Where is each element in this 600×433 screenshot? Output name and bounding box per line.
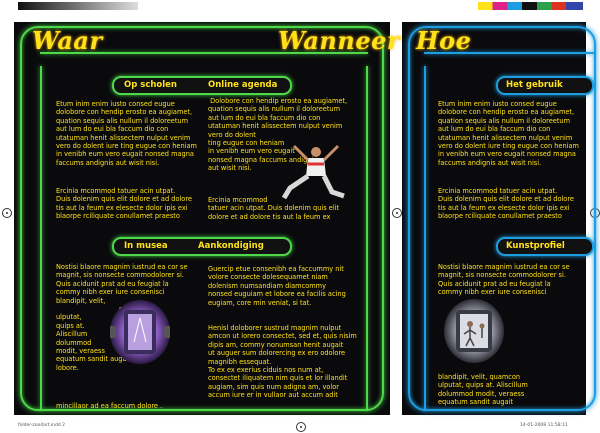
pill-label-op-scholen: Op scholen <box>124 80 177 90</box>
footer-timestamp: 14-01-2008 11:58:11 <box>520 423 568 428</box>
pill-label-online-agenda: Online agenda <box>208 80 278 90</box>
pill-in-musea-aankondiging: In musea Aankondiging <box>112 237 292 256</box>
pill-label-in-musea: In musea <box>124 241 168 251</box>
pill-op-scholen-online-agenda: Op scholen Online agenda <box>112 76 292 95</box>
pill-kunstprofiel: Kunstprofiel <box>496 237 594 256</box>
heading-wanneer: Wanneer <box>278 26 400 55</box>
heading-waar: Waar <box>32 26 103 55</box>
footer-file-info: folder-zoo4art.indd 2 <box>18 423 66 428</box>
grayscale-bar <box>18 2 138 10</box>
jumping-person-image <box>281 144 345 200</box>
pill-label-het-gebruik: Het gebruik <box>506 80 563 90</box>
registration-mark-left <box>2 208 12 218</box>
heading-hoe: Hoe <box>416 26 472 55</box>
col1-paragraph-1: Etum inim enim iusto consed eugue dolobo… <box>56 100 197 167</box>
divider-right <box>366 66 368 411</box>
museum-pod-image <box>110 300 170 364</box>
pill-label-aankondiging: Aankondiging <box>198 241 264 251</box>
col3-paragraph-2: Ercinia mcommod tatuer acin utpat. Duis … <box>438 187 574 221</box>
col1-block-2: mincillaor ad ea faccum dolore . <box>56 402 163 410</box>
right-divider <box>424 66 426 411</box>
col2-block-2: Henisl doloborer sustrud magnim nulput a… <box>208 324 357 400</box>
col1-paragraph-2: Ercinia mcommod tatuer acin utpat. Duis … <box>56 187 192 221</box>
divider-left <box>40 66 42 411</box>
col3-block-1: Nostisi blaore magnim iustrud ea cor se … <box>438 263 570 297</box>
registration-mark-bottom <box>296 422 306 432</box>
pill-label-kunstprofiel: Kunstprofiel <box>506 241 565 251</box>
col3-block-2: blandipit, velit, quamcon ulputat, quips… <box>438 373 528 407</box>
col3-paragraph-1: Etum inim enim iusto consed eugue dolobo… <box>438 100 579 167</box>
pill-het-gebruik: Het gebruik <box>496 76 594 95</box>
registration-mark-center <box>392 208 402 218</box>
kunstprofiel-pod-image <box>444 299 504 363</box>
color-bar <box>478 2 583 10</box>
col2-block-1: Guercip etue consenibh ea faccummy nit v… <box>208 265 346 307</box>
